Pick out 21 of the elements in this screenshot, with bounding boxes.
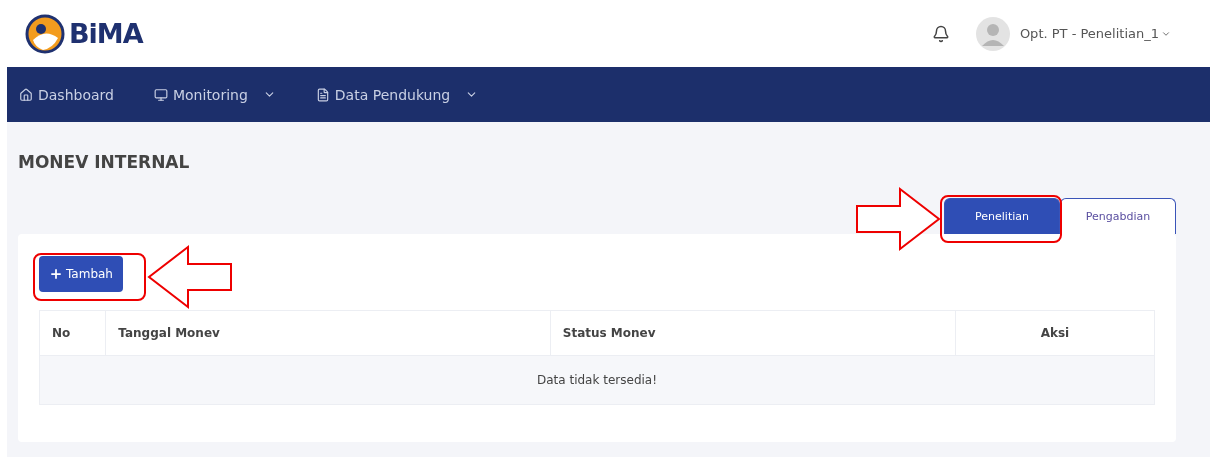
- logo-text: BiMA: [69, 18, 143, 49]
- column-header: No: [39, 310, 106, 356]
- document-icon: [315, 87, 330, 102]
- add-button[interactable]: Tambah: [39, 256, 123, 292]
- plus-icon: [49, 267, 63, 281]
- avatar-icon: [975, 16, 1010, 51]
- monitor-icon: [153, 87, 168, 102]
- nav-item[interactable]: Monitoring: [153, 86, 276, 103]
- nav-item[interactable]: Data Pendukung: [315, 86, 479, 103]
- home-icon: [19, 87, 33, 102]
- page-title: MONEV INTERNAL: [18, 152, 191, 172]
- tab[interactable]: Pengabdian: [1060, 198, 1176, 234]
- nav-item[interactable]: Dashboard: [19, 86, 114, 103]
- column-header: Status Monev: [550, 310, 956, 356]
- notification-bell-icon[interactable]: [931, 24, 950, 43]
- user-menu[interactable]: Opt. PT - Penelitian_1: [975, 16, 1171, 51]
- logo-icon: [25, 13, 65, 54]
- column-header: Aksi: [955, 310, 1155, 356]
- column-header: Tanggal Monev: [105, 310, 551, 356]
- empty-message: Data tidak tersedia!: [39, 355, 1155, 405]
- tab[interactable]: Penelitian: [944, 198, 1060, 234]
